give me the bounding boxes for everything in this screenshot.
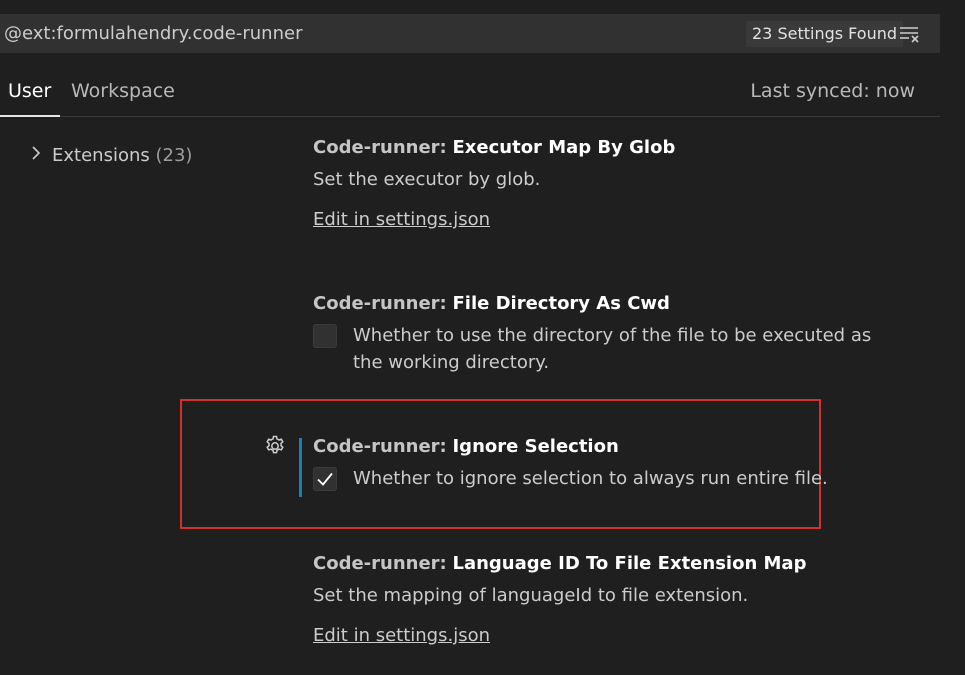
setting-checkbox-row: Whether to ignore selection to always ru… bbox=[313, 465, 913, 492]
search-input[interactable]: @ext:formulahendry.code-runner bbox=[4, 14, 724, 53]
setting-title: Code-runner: Executor Map By Glob bbox=[313, 137, 913, 158]
toc-item-extensions[interactable]: Extensions (23) bbox=[30, 145, 192, 166]
tab-workspace[interactable]: Workspace bbox=[71, 80, 175, 102]
toc-item-label: Extensions bbox=[52, 145, 150, 166]
edit-in-settings-json-link[interactable]: Edit in settings.json bbox=[313, 209, 490, 230]
setting-checkbox-row: Whether to use the directory of the file… bbox=[313, 322, 893, 376]
file-directory-as-cwd-checkbox[interactable] bbox=[313, 324, 337, 348]
chevron-right-icon bbox=[30, 145, 46, 166]
setting-executor-map-by-glob: Code-runner: Executor Map By Glob Set th… bbox=[313, 137, 913, 230]
setting-description: Whether to ignore selection to always ru… bbox=[353, 468, 828, 489]
edit-in-settings-json-link[interactable]: Edit in settings.json bbox=[313, 625, 490, 646]
setting-category: Code-runner: bbox=[313, 436, 447, 457]
gear-icon[interactable] bbox=[263, 434, 287, 458]
setting-name: File Directory As Cwd bbox=[452, 293, 670, 314]
setting-title: Code-runner: Ignore Selection bbox=[313, 436, 913, 457]
active-tab-indicator bbox=[0, 115, 60, 117]
setting-name: Language ID To File Extension Map bbox=[452, 553, 807, 574]
setting-language-id-to-file-extension-map: Code-runner: Language ID To File Extensi… bbox=[313, 553, 913, 646]
toc-item-count: (23) bbox=[155, 145, 193, 166]
settings-scope-tabs: User Workspace Last synced: now bbox=[0, 70, 940, 118]
setting-description: Set the mapping of languageId to file ex… bbox=[313, 585, 749, 606]
last-synced-status: Last synced: now bbox=[750, 80, 915, 102]
setting-category: Code-runner: bbox=[313, 553, 447, 574]
checkmark-icon bbox=[317, 472, 333, 486]
setting-ignore-selection: Code-runner: Ignore Selection Whether to… bbox=[313, 436, 913, 492]
setting-description: Set the executor by glob. bbox=[313, 169, 541, 190]
setting-description: Whether to use the directory of the file… bbox=[353, 325, 872, 373]
settings-count-badge: 23 Settings Found bbox=[746, 21, 904, 47]
setting-category: Code-runner: bbox=[313, 137, 447, 158]
setting-category: Code-runner: bbox=[313, 293, 447, 314]
settings-search-bar: @ext:formulahendry.code-runner 23 Settin… bbox=[0, 14, 940, 53]
ignore-selection-checkbox[interactable] bbox=[313, 467, 337, 491]
settings-editor: @ext:formulahendry.code-runner 23 Settin… bbox=[0, 0, 965, 675]
setting-name: Executor Map By Glob bbox=[452, 137, 676, 158]
modified-indicator bbox=[299, 438, 302, 497]
setting-file-directory-as-cwd: Code-runner: File Directory As Cwd Wheth… bbox=[313, 293, 893, 376]
tab-user[interactable]: User bbox=[8, 80, 51, 102]
tabs-divider bbox=[0, 116, 940, 117]
setting-name: Ignore Selection bbox=[452, 436, 619, 457]
clear-filter-icon[interactable] bbox=[898, 24, 922, 44]
setting-title: Code-runner: Language ID To File Extensi… bbox=[313, 553, 913, 574]
setting-title: Code-runner: File Directory As Cwd bbox=[313, 293, 893, 314]
